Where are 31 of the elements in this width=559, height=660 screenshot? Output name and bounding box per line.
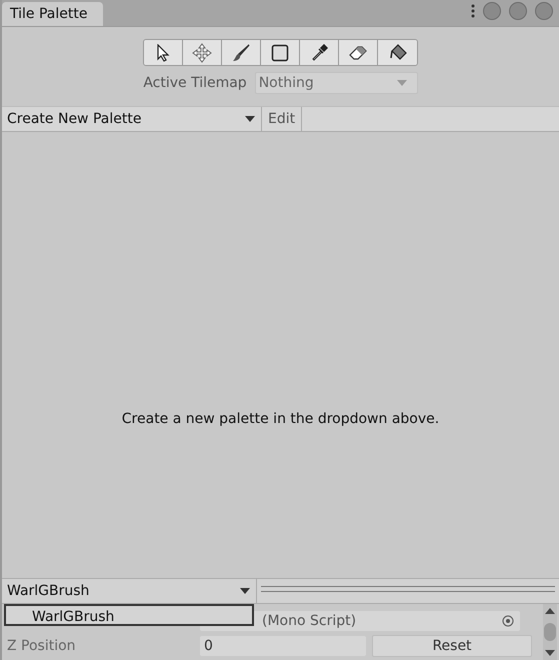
eyedropper-icon: [310, 44, 328, 62]
erase-tool-button[interactable]: [339, 40, 378, 65]
brush-popup-item[interactable]: WarlGBrush: [4, 604, 254, 626]
z-position-label: Z Position: [7, 638, 77, 654]
eraser-icon: [348, 44, 368, 62]
object-picker-icon[interactable]: [502, 615, 514, 627]
cursor-icon: [156, 44, 170, 62]
box-tool-button[interactable]: [261, 40, 300, 65]
active-tilemap-label: Active Tilemap: [143, 75, 247, 91]
empty-palette-message: Create a new palette in the dropdown above.: [122, 411, 440, 427]
picker-tool-button[interactable]: [300, 40, 339, 65]
window-tab[interactable]: Tile Palette: [2, 2, 104, 26]
dropdown-arrow-icon: [396, 80, 407, 86]
paint-tool-button[interactable]: [222, 40, 261, 65]
move-arrows-icon: [192, 42, 212, 62]
dropdown-arrow-icon: [245, 116, 255, 122]
paint-bucket-icon: [388, 42, 408, 62]
scroll-down-icon[interactable]: [545, 650, 555, 656]
splitter-handle[interactable]: [261, 586, 555, 592]
z-position-field[interactable]: 0: [200, 636, 366, 656]
scroll-up-icon[interactable]: [545, 608, 555, 614]
fill-tool-button[interactable]: [378, 40, 417, 65]
select-tool-button[interactable]: [144, 40, 183, 65]
active-tilemap-dropdown[interactable]: Nothing: [254, 72, 418, 94]
square-icon: [271, 44, 289, 62]
scrollbar[interactable]: [543, 604, 557, 660]
brush-icon: [231, 42, 251, 62]
dropdown-arrow-icon: [240, 588, 250, 594]
more-icon[interactable]: [471, 4, 475, 18]
reset-button[interactable]: Reset: [372, 635, 532, 657]
move-tool-button[interactable]: [183, 40, 222, 65]
